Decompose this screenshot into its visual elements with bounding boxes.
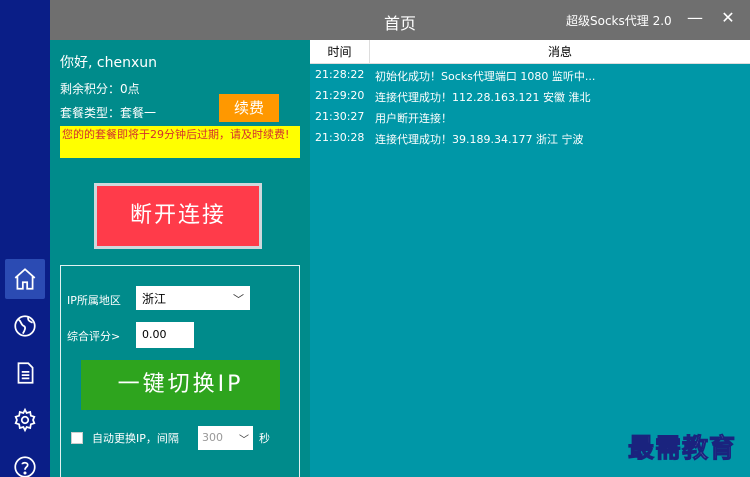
app-name: 超级Socks代理 2.0 (566, 14, 672, 28)
auto-switch-label: 自动更换IP，间隔 (92, 432, 179, 445)
help-icon[interactable] (5, 447, 45, 477)
table-row: 21:29:20 连接代理成功！112.28.163.121 安徽 淮北 (310, 86, 750, 107)
chevron-down-icon: ﹀ (233, 293, 244, 306)
log-message: 连接代理成功！39.189.34.177 浙江 宁波 (375, 133, 584, 146)
gear-icon[interactable] (5, 400, 45, 440)
table-row: 21:30:28 连接代理成功！39.189.34.177 浙江 宁波 (310, 128, 750, 149)
interval-value: 300 (202, 431, 223, 444)
side-rail (0, 0, 50, 477)
expiry-notice: 您的的套餐即将于29分钟后过期，请及时续费! (60, 126, 300, 158)
log-message: 连接代理成功！112.28.163.121 安徽 淮北 (375, 91, 591, 104)
log-time: 21:30:28 (315, 131, 365, 144)
log-table: 时间 消息 21:28:22 初始化成功！Socks代理端口 1080 监听中.… (310, 40, 750, 477)
title-bar: 首页 超级Socks代理 2.0 — ✕ (50, 0, 750, 40)
home-icon[interactable] (5, 259, 45, 299)
minimize-button[interactable]: — (684, 8, 706, 27)
document-icon[interactable] (5, 353, 45, 393)
chevron-down-icon: ﹀ (239, 435, 249, 446)
switch-ip-button[interactable]: 一键切换IP (81, 360, 280, 410)
log-header: 时间 消息 (310, 40, 750, 64)
region-value: 浙江 (142, 292, 167, 306)
log-message: 初始化成功！Socks代理端口 1080 监听中... (375, 70, 596, 83)
table-row: 21:28:22 初始化成功！Socks代理端口 1080 监听中... (310, 65, 750, 86)
score-label: 综合评分> (67, 330, 121, 343)
disconnect-button[interactable]: 断开连接 (94, 183, 262, 249)
watermark: 最需教育 (627, 434, 737, 465)
col-message: 消息 (547, 45, 572, 59)
seconds-unit: 秒 (259, 432, 270, 445)
col-time: 时间 (310, 40, 370, 64)
close-button[interactable]: ✕ (717, 8, 739, 27)
ip-settings-box: IP所属地区 浙江 ﹀ 综合评分> 0.00 一键切换IP 自动更换IP，间隔 … (60, 265, 300, 477)
log-time: 21:29:20 (315, 89, 365, 102)
plan-text: 套餐类型：套餐一 (60, 106, 157, 120)
greeting: 你好, chenxun (60, 55, 157, 71)
interval-select[interactable]: 300 ﹀ (198, 426, 253, 450)
log-message: 用户断开连接！ (375, 112, 452, 125)
globe-icon[interactable] (5, 306, 45, 346)
region-label: IP所属地区 (67, 294, 121, 307)
region-select[interactable]: 浙江 ﹀ (136, 286, 250, 310)
auto-switch-checkbox[interactable] (71, 432, 83, 444)
table-row: 21:30:27 用户断开连接！ (310, 107, 750, 128)
renew-button[interactable]: 续费 (219, 94, 279, 122)
points-text: 剩余积分：0点 (60, 82, 140, 96)
log-time: 21:30:27 (315, 110, 365, 123)
score-input[interactable]: 0.00 (136, 322, 194, 348)
log-time: 21:28:22 (315, 68, 365, 81)
account-panel: 你好, chenxun 剩余积分：0点 套餐类型：套餐一 续费 您的的套餐即将于… (50, 40, 310, 477)
